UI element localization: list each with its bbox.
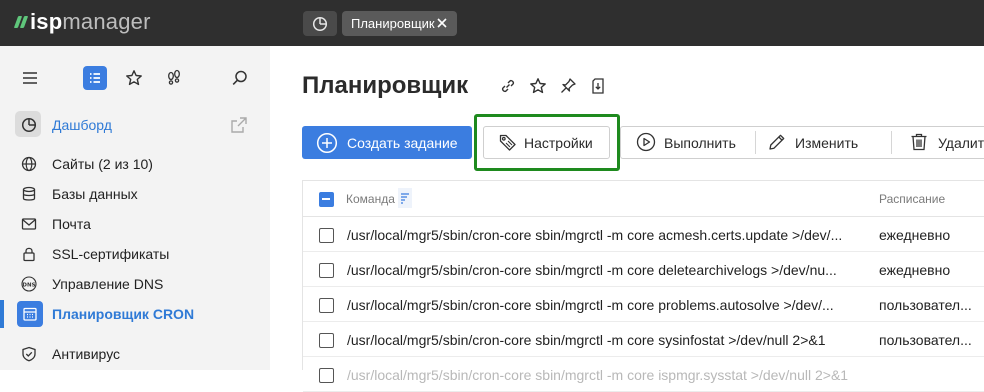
delete-button[interactable]: Удалить <box>895 127 984 158</box>
edit-label: Изменить <box>795 135 859 151</box>
mail-icon <box>20 215 38 233</box>
cell-schedule: ежедневно <box>879 227 951 243</box>
calendar-icon <box>21 305 39 323</box>
database-icon <box>20 185 38 203</box>
row-checkbox[interactable] <box>319 228 334 243</box>
edit-button[interactable]: Изменить <box>759 127 889 158</box>
sidebar-item-ssl[interactable]: SSL-сертификаты <box>0 240 270 268</box>
main-content: Планировщик Создать задание Настройки Вы… <box>270 46 984 392</box>
svg-text:DNS: DNS <box>22 282 35 288</box>
row-checkbox[interactable] <box>319 263 334 278</box>
menu-icon[interactable] <box>18 66 42 90</box>
create-task-label: Создать задание <box>347 135 458 151</box>
sidebar-item-dns[interactable]: DNS Управление DNS <box>0 270 270 298</box>
pencil-icon <box>769 134 785 150</box>
sidebar-item-label: Базы данных <box>52 186 138 202</box>
table-row[interactable]: /usr/local/mgr5/sbin/cron-core sbin/mgrc… <box>303 358 984 392</box>
page-title: Планировщик <box>302 72 469 99</box>
create-task-button[interactable]: Создать задание <box>302 126 472 159</box>
row-checkbox[interactable] <box>319 368 334 383</box>
play-circle-icon <box>636 132 656 152</box>
star-icon[interactable] <box>528 76 548 96</box>
close-icon[interactable] <box>434 15 450 31</box>
list-icon[interactable] <box>83 66 107 90</box>
shield-icon <box>20 345 38 363</box>
row-checkbox[interactable] <box>319 298 334 313</box>
sidebar-item-mail[interactable]: Почта <box>0 210 270 238</box>
tasks-table: Команда Расписание /usr/local/mgr5/sbin/… <box>302 180 984 392</box>
dashboard-icon <box>312 16 328 31</box>
logo-manager-text: manager <box>62 9 151 34</box>
ispmanager-logo[interactable]: ispmanager <box>13 9 151 35</box>
title-actions <box>498 76 608 96</box>
run-button[interactable]: Выполнить <box>621 127 751 158</box>
select-all-checkbox[interactable] <box>319 192 334 207</box>
cell-command: /usr/local/mgr5/sbin/cron-core sbin/mgrc… <box>347 262 837 278</box>
column-header-schedule[interactable]: Расписание <box>879 192 945 206</box>
cell-command: /usr/local/mgr5/sbin/cron-core sbin/mgrc… <box>347 367 849 383</box>
sidebar-item-label: Дашборд <box>52 117 112 133</box>
cell-schedule: ежедневно <box>879 262 951 278</box>
sidebar-item-label: Управление DNS <box>52 276 164 292</box>
sidebar-item-sites[interactable]: Сайты (2 из 10) <box>0 150 270 178</box>
row-checkbox[interactable] <box>319 333 334 348</box>
star-icon[interactable] <box>122 66 146 90</box>
divider <box>755 131 756 154</box>
active-indicator <box>0 300 4 328</box>
delete-label: Удалить <box>938 135 984 151</box>
sort-icon[interactable] <box>398 188 412 208</box>
cell-command: /usr/local/mgr5/sbin/cron-core sbin/mgrc… <box>347 332 826 348</box>
table-row[interactable]: /usr/local/mgr5/sbin/cron-core sbin/mgrc… <box>303 218 984 252</box>
sidebar-item-label: Антивирус <box>52 346 121 362</box>
logo-mark-icon <box>13 16 29 28</box>
link-icon[interactable] <box>498 76 518 96</box>
trash-icon <box>911 133 927 151</box>
globe-icon <box>20 155 38 173</box>
tab-scheduler[interactable]: Планировщик <box>342 11 457 36</box>
sidebar: Дашборд Сайты (2 из 10) Базы данных Почт… <box>0 46 270 370</box>
top-bar: ispmanager Планировщик <box>0 0 984 46</box>
plus-circle-icon <box>316 132 338 154</box>
sidebar-item-antivirus[interactable]: Антивирус <box>0 340 270 368</box>
dashboard-icon <box>20 116 38 134</box>
dashboard-tab[interactable] <box>303 11 337 36</box>
cell-command: /usr/local/mgr5/sbin/cron-core sbin/mgrc… <box>347 297 834 313</box>
sidebar-item-label: SSL-сертификаты <box>52 246 170 262</box>
table-row[interactable]: /usr/local/mgr5/sbin/cron-core sbin/mgrc… <box>303 323 984 357</box>
table-row[interactable]: /usr/local/mgr5/sbin/cron-core sbin/mgrc… <box>303 288 984 322</box>
export-icon[interactable] <box>588 76 608 96</box>
external-link-icon[interactable] <box>230 116 248 134</box>
cell-command: /usr/local/mgr5/sbin/cron-core sbin/mgrc… <box>347 227 843 243</box>
sidebar-item-label: Планировщик CRON <box>52 306 195 322</box>
highlight-annotation <box>474 114 620 171</box>
logo-isp-text: isp <box>30 9 63 34</box>
pin-icon[interactable] <box>558 76 578 96</box>
sidebar-item-cron[interactable]: Планировщик CRON <box>0 300 270 328</box>
sidebar-item-label: Сайты (2 из 10) <box>52 156 153 172</box>
dns-icon: DNS <box>20 275 38 293</box>
table-header: Команда Расписание <box>303 181 984 217</box>
run-label: Выполнить <box>664 135 736 151</box>
sidebar-toolbar <box>0 66 270 92</box>
action-button-group: Выполнить Изменить Удалить <box>620 126 984 159</box>
sidebar-item-dashboard[interactable]: Дашборд <box>0 111 270 139</box>
sidebar-item-label: Почта <box>52 216 91 232</box>
cell-schedule: пользовател... <box>879 297 972 313</box>
column-header-command[interactable]: Команда <box>346 192 395 206</box>
divider <box>891 131 892 154</box>
sidebar-item-databases[interactable]: Базы данных <box>0 180 270 208</box>
search-icon[interactable] <box>228 66 252 90</box>
footprints-icon[interactable] <box>162 66 186 90</box>
tab-scheduler-label: Планировщик <box>351 16 435 31</box>
lock-icon <box>20 245 38 263</box>
cell-schedule: пользовател... <box>879 332 972 348</box>
table-row[interactable]: /usr/local/mgr5/sbin/cron-core sbin/mgrc… <box>303 253 984 287</box>
